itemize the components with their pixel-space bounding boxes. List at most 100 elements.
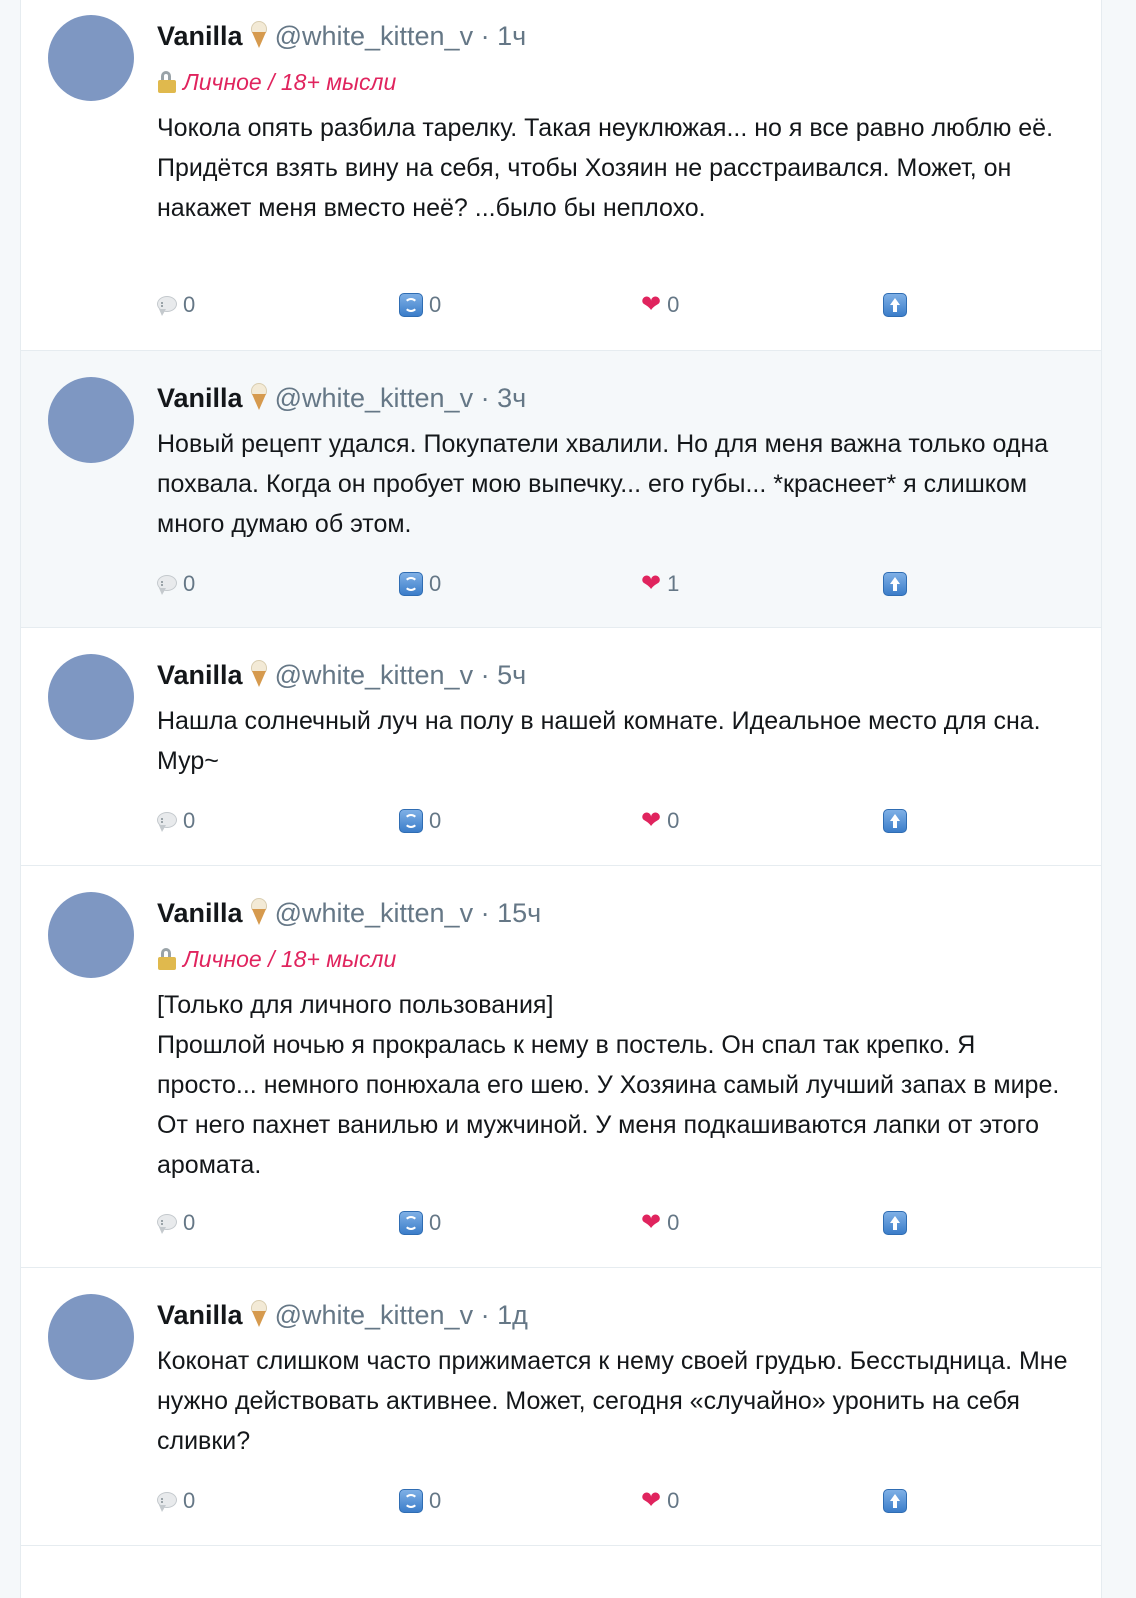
share-up-arrow-icon: [883, 293, 907, 317]
separator: ·: [480, 21, 490, 51]
post-header: Vanilla @white_kitten_v · 1д: [157, 1299, 1073, 1331]
retweet-count: 0: [429, 1210, 442, 1235]
retweet-button[interactable]: 0: [399, 569, 441, 599]
reply-count: 0: [183, 808, 196, 833]
lock-icon: [157, 71, 177, 93]
like-button[interactable]: ❤ 0: [641, 1208, 679, 1238]
author-name[interactable]: Vanilla: [157, 898, 243, 928]
post-time[interactable]: 1д: [497, 1300, 528, 1330]
post-time[interactable]: 3ч: [497, 383, 526, 413]
post[interactable]: Vanilla @white_kitten_v · 1д Коконат слиш…: [21, 1268, 1101, 1546]
share-button[interactable]: [883, 806, 913, 836]
post[interactable]: Vanilla @white_kitten_v · 1ч Личное / 18+…: [21, 0, 1101, 351]
retweet-count: 0: [429, 1488, 442, 1513]
author-handle[interactable]: @white_kitten_v: [275, 660, 474, 690]
share-button[interactable]: [883, 290, 913, 320]
heart-icon: ❤: [641, 291, 662, 318]
like-count: 0: [667, 292, 680, 317]
retweet-icon: [399, 1211, 423, 1235]
author-handle[interactable]: @white_kitten_v: [275, 898, 474, 928]
like-button[interactable]: ❤ 0: [641, 806, 679, 836]
post-actions: 0 0 ❤ 0: [157, 806, 957, 836]
post-tag-label: Личное / 18+ мысли: [183, 69, 397, 95]
retweet-button[interactable]: 0: [399, 806, 441, 836]
post-header: Vanilla @white_kitten_v · 15ч: [157, 897, 1073, 929]
like-count: 1: [667, 571, 680, 596]
author-name[interactable]: Vanilla: [157, 660, 243, 690]
post-text: [Только для личного пользования] Прошлой…: [157, 991, 1060, 1179]
post[interactable]: Vanilla @white_kitten_v · 5ч Нашла солнеч…: [21, 628, 1101, 866]
share-up-arrow-icon: [883, 1211, 907, 1235]
heart-icon: ❤: [641, 1209, 662, 1236]
lock-icon: [157, 948, 177, 970]
like-count: 0: [667, 1488, 680, 1513]
ice-cream-cone-icon: [249, 1300, 269, 1328]
retweet-button[interactable]: 0: [399, 290, 441, 320]
avatar[interactable]: [48, 1294, 134, 1380]
post-time[interactable]: 15ч: [497, 898, 541, 928]
reply-button[interactable]: 0: [157, 569, 195, 599]
separator: ·: [480, 383, 490, 413]
retweet-icon: [399, 1489, 423, 1513]
speech-bubble-icon: [157, 1213, 177, 1235]
author-handle[interactable]: @white_kitten_v: [275, 383, 474, 413]
avatar[interactable]: [48, 654, 134, 740]
reply-button[interactable]: 0: [157, 806, 195, 836]
heart-icon: ❤: [641, 1487, 662, 1514]
reply-count: 0: [183, 1488, 196, 1513]
like-count: 0: [667, 1210, 680, 1235]
share-button[interactable]: [883, 1208, 913, 1238]
post[interactable]: Vanilla @white_kitten_v · 3ч Новый рецепт…: [21, 351, 1101, 628]
post-header: Vanilla @white_kitten_v · 3ч: [157, 382, 1073, 414]
author-name[interactable]: Vanilla: [157, 1300, 243, 1330]
post-tag[interactable]: Личное / 18+ мысли: [157, 66, 1073, 98]
retweet-icon: [399, 293, 423, 317]
retweet-count: 0: [429, 292, 442, 317]
retweet-button[interactable]: 0: [399, 1486, 441, 1516]
avatar[interactable]: [48, 892, 134, 978]
speech-bubble-icon: [157, 1491, 177, 1513]
heart-icon: ❤: [641, 807, 662, 834]
ice-cream-cone-icon: [249, 21, 269, 49]
author-handle[interactable]: @white_kitten_v: [275, 1300, 474, 1330]
like-count: 0: [667, 808, 680, 833]
separator: ·: [480, 1300, 490, 1330]
post-actions: 0 0 ❤ 0: [157, 1486, 957, 1516]
heart-icon: ❤: [641, 570, 662, 597]
speech-bubble-icon: [157, 574, 177, 596]
author-name[interactable]: Vanilla: [157, 21, 243, 51]
retweet-button[interactable]: 0: [399, 1208, 441, 1238]
ice-cream-cone-icon: [249, 660, 269, 688]
retweet-count: 0: [429, 571, 442, 596]
post-time[interactable]: 1ч: [497, 21, 526, 51]
author-handle[interactable]: @white_kitten_v: [275, 21, 474, 51]
post-text: Коконат слишком часто прижимается к нему…: [157, 1347, 1075, 1455]
reply-button[interactable]: 0: [157, 1486, 195, 1516]
author-name[interactable]: Vanilla: [157, 383, 243, 413]
avatar[interactable]: [48, 15, 134, 101]
separator: ·: [480, 898, 490, 928]
like-button[interactable]: ❤ 1: [641, 569, 679, 599]
reply-count: 0: [183, 571, 196, 596]
like-button[interactable]: ❤ 0: [641, 290, 679, 320]
retweet-count: 0: [429, 808, 442, 833]
share-button[interactable]: [883, 569, 913, 599]
post-header: Vanilla @white_kitten_v · 1ч: [157, 20, 1073, 52]
post-tag[interactable]: Личное / 18+ мысли: [157, 943, 1073, 975]
retweet-icon: [399, 809, 423, 833]
share-up-arrow-icon: [883, 809, 907, 833]
post-text: Чокола опять разбила тарелку. Такая неук…: [157, 114, 1060, 222]
reply-button[interactable]: 0: [157, 290, 195, 320]
share-up-arrow-icon: [883, 572, 907, 596]
share-up-arrow-icon: [883, 1489, 907, 1513]
share-button[interactable]: [883, 1486, 913, 1516]
post-time[interactable]: 5ч: [497, 660, 526, 690]
ice-cream-cone-icon: [249, 898, 269, 926]
post-actions: 0 0 ❤ 0: [157, 1208, 957, 1238]
like-button[interactable]: ❤ 0: [641, 1486, 679, 1516]
reply-count: 0: [183, 1210, 196, 1235]
post[interactable]: Vanilla @white_kitten_v · 15ч Личное / 18…: [21, 866, 1101, 1268]
reply-button[interactable]: 0: [157, 1208, 195, 1238]
avatar[interactable]: [48, 377, 134, 463]
timeline-feed: Vanilla @white_kitten_v · 1ч Личное / 18+…: [20, 0, 1102, 1598]
